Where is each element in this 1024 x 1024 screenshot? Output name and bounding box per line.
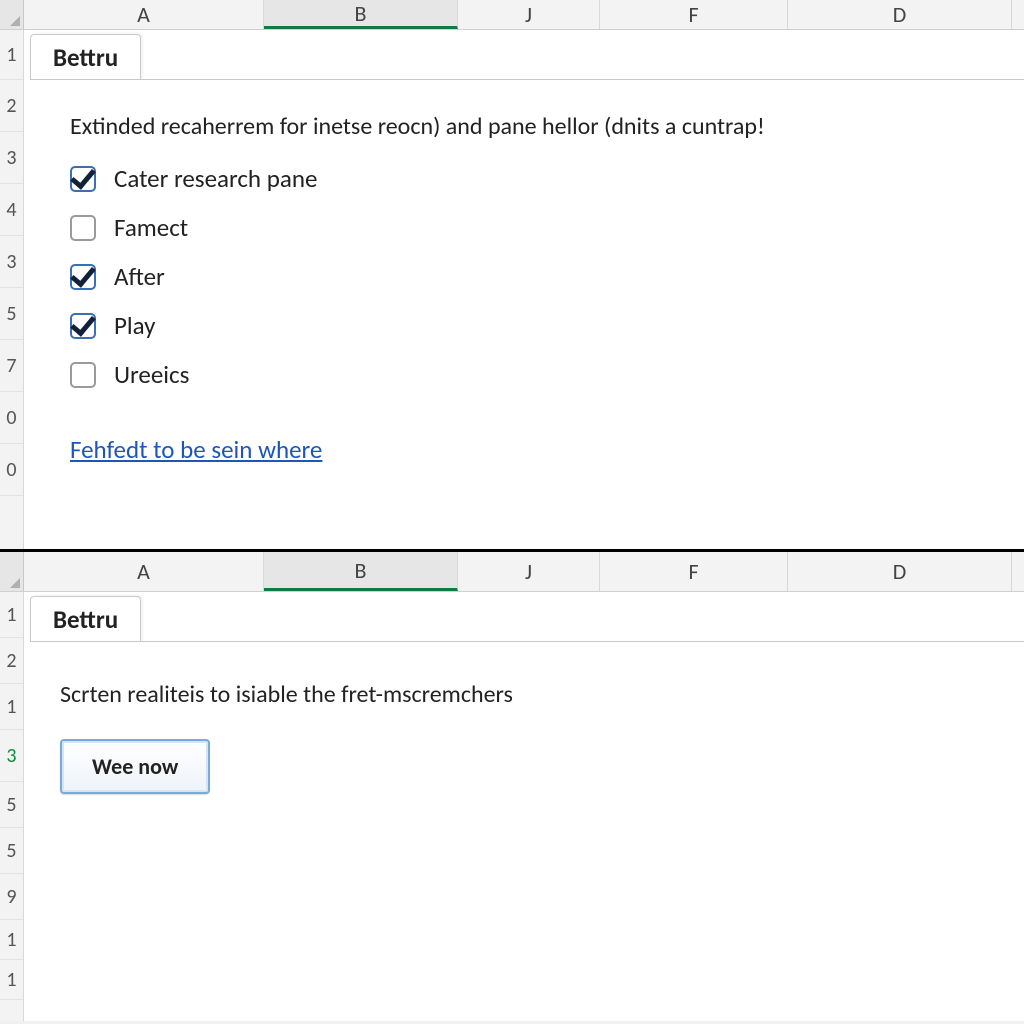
col-header-D[interactable]: D: [788, 0, 1012, 29]
top-content: Extinded recaherrem for inetse reocn) an…: [70, 112, 994, 465]
select-all-corner[interactable]: [0, 552, 24, 591]
check-row: Ureeics: [70, 359, 994, 390]
tab-bettru[interactable]: Bettru: [30, 34, 141, 80]
row-header[interactable]: 3: [0, 132, 23, 184]
checkbox-cater[interactable]: [70, 166, 96, 192]
col-header-J[interactable]: J: [458, 552, 600, 591]
bottom-panel: A B J F D 1 2 1 3 5 5 9 1 1 Bettru Scrte…: [0, 552, 1024, 1021]
checkbox-label: Cater research pane: [114, 163, 317, 194]
tab-underline: [30, 641, 1024, 642]
row-header[interactable]: 7: [0, 340, 23, 392]
checkbox-label: Famect: [114, 212, 188, 243]
checkbox-label: After: [114, 261, 165, 292]
row-header-strip: 1 2 3 4 3 5 7 0 0: [0, 30, 24, 549]
checkbox-ureeics[interactable]: [70, 362, 96, 388]
col-header-A[interactable]: A: [24, 552, 264, 591]
row-header-strip: 1 2 1 3 5 5 9 1 1: [0, 592, 24, 1021]
col-header-F[interactable]: F: [600, 0, 788, 29]
col-header-D[interactable]: D: [788, 552, 1012, 591]
row-header[interactable]: 0: [0, 444, 23, 496]
row-header[interactable]: 0: [0, 392, 23, 444]
checkbox-label: Play: [114, 310, 155, 341]
row-header[interactable]: 2: [0, 80, 23, 132]
row-header[interactable]: 5: [0, 782, 23, 828]
column-header-row: A B J F D: [0, 0, 1024, 30]
row-header[interactable]: 1: [0, 30, 23, 80]
row-header[interactable]: 2: [0, 638, 23, 684]
row-header[interactable]: 5: [0, 288, 23, 340]
row-header[interactable]: 3: [0, 730, 23, 782]
bottom-description: Scrten realiteis to isiable the fret-msc…: [60, 680, 994, 709]
tab-bettru[interactable]: Bettru: [30, 596, 141, 642]
wee-now-button[interactable]: Wee now: [60, 739, 210, 794]
row-header[interactable]: 1: [0, 684, 23, 730]
col-header-A[interactable]: A: [24, 0, 264, 29]
checkbox-famect[interactable]: [70, 215, 96, 241]
row-header[interactable]: 1: [0, 920, 23, 960]
checkbox-play[interactable]: [70, 313, 96, 339]
column-header-row: A B J F D: [0, 552, 1024, 592]
check-row: Play: [70, 310, 994, 341]
col-header-J[interactable]: J: [458, 0, 600, 29]
row-header[interactable]: 3: [0, 236, 23, 288]
col-header-B[interactable]: B: [264, 0, 458, 29]
col-header-B[interactable]: B: [264, 552, 458, 591]
help-link[interactable]: Fehfedt to be sein where: [70, 434, 322, 465]
row-header[interactable]: 1: [0, 960, 23, 1000]
checkbox-after[interactable]: [70, 264, 96, 290]
bottom-content: Scrten realiteis to isiable the fret-msc…: [60, 680, 994, 794]
top-description: Extinded recaherrem for inetse reocn) an…: [70, 112, 994, 141]
col-header-F[interactable]: F: [600, 552, 788, 591]
row-header[interactable]: 5: [0, 828, 23, 874]
check-row: Cater research pane: [70, 163, 994, 194]
row-header[interactable]: 1: [0, 592, 23, 638]
row-header[interactable]: 4: [0, 184, 23, 236]
top-panel: A B J F D 1 2 3 4 3 5 7 0 0 Bettru Extin…: [0, 0, 1024, 552]
tab-underline: [30, 79, 1024, 80]
check-row: After: [70, 261, 994, 292]
check-row: Famect: [70, 212, 994, 243]
checkbox-label: Ureeics: [114, 359, 189, 390]
select-all-corner[interactable]: [0, 0, 24, 29]
row-header[interactable]: 9: [0, 874, 23, 920]
